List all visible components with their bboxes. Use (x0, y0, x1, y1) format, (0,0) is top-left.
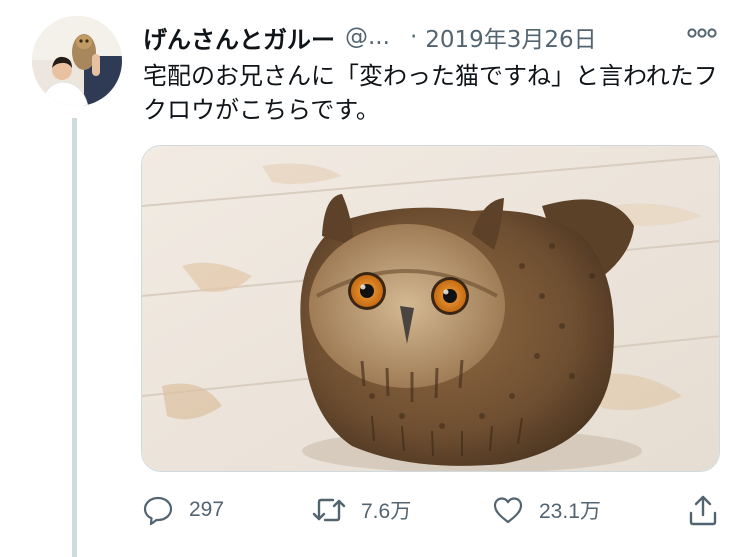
like-count: 23.1万 (539, 500, 601, 523)
retweet-button[interactable]: 7.6万 (311, 488, 411, 532)
share-icon (689, 495, 717, 526)
reply-count: 297 (189, 498, 225, 521)
tweet-header: げんさんとガルー @... · 2019年3月26日 (143, 17, 723, 57)
author-handle[interactable]: @... (345, 24, 390, 50)
more-options-button[interactable] (682, 24, 722, 42)
avatar-image (32, 16, 122, 106)
like-button[interactable]: 23.1万 (491, 488, 601, 532)
tweet-text: 宅配のお兄さんに「変わった猫ですね」と言われたフクロウがこちらです。 (143, 62, 718, 124)
tweet[interactable]: げんさんとガルー @... · 2019年3月26日 宅配のお兄さんに「変わった… (0, 0, 750, 557)
reply-button[interactable]: 297 (141, 488, 224, 532)
owl-photo (142, 146, 719, 471)
retweet-count: 7.6万 (361, 500, 412, 523)
tweet-media[interactable] (141, 145, 720, 472)
share-button[interactable] (686, 488, 720, 532)
reply-icon (143, 496, 173, 526)
author-name[interactable]: げんさんとガルー (143, 20, 335, 55)
heart-icon (493, 497, 523, 524)
tweet-actions: 297 7.6万 23.1万 (141, 488, 726, 532)
thread-line (72, 118, 77, 557)
more-dots-icon (687, 28, 717, 38)
retweet-icon (312, 498, 346, 522)
tweet-date[interactable]: 2019年3月26日 (425, 20, 596, 54)
separator-dot: · (409, 24, 418, 50)
avatar[interactable] (32, 16, 122, 106)
